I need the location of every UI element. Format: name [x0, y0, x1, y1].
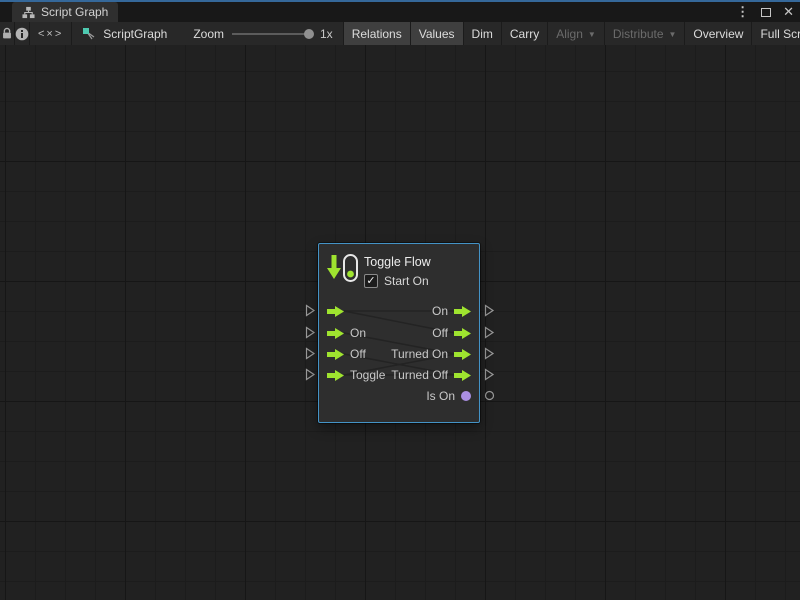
flow-port-icon: [327, 349, 344, 360]
values-button[interactable]: Values: [411, 22, 463, 45]
align-button[interactable]: Align ▼: [548, 22, 604, 45]
external-output-connector[interactable]: [484, 347, 495, 360]
output-port-row[interactable]: Off: [432, 323, 471, 343]
external-output-connector[interactable]: [484, 326, 495, 339]
input-port-row[interactable]: Toggle: [327, 365, 385, 385]
node-header: Toggle Flow ✓ Start On: [326, 252, 431, 288]
graph-hierarchy-icon: [22, 6, 35, 19]
window-menu-icon[interactable]: ⋮: [736, 4, 749, 20]
dropdown-arrow-icon: ▼: [669, 30, 677, 39]
graph-canvas[interactable]: Toggle Flow ✓ Start On On Off: [0, 45, 800, 600]
zoom-control: Zoom 1x: [179, 22, 342, 45]
external-input-connector[interactable]: [305, 326, 316, 339]
input-port-row[interactable]: On: [327, 323, 366, 343]
output-port-row[interactable]: Turned On: [391, 344, 471, 364]
title-bar: Script Graph ⋮ ✕: [0, 0, 800, 22]
carry-button[interactable]: Carry: [502, 22, 547, 45]
lock-button[interactable]: [0, 22, 14, 45]
external-output-connector[interactable]: [484, 304, 495, 317]
output-port-row[interactable]: Is On: [426, 386, 471, 406]
overview-button[interactable]: Overview: [685, 22, 751, 45]
zoom-slider-handle[interactable]: [304, 29, 314, 39]
external-input-connector[interactable]: [305, 304, 316, 317]
node-title: Toggle Flow: [364, 255, 431, 269]
start-on-checkbox[interactable]: ✓: [364, 274, 378, 288]
code-toggle-icon: <×>: [38, 28, 63, 40]
output-port-row[interactable]: Turned Off: [391, 365, 471, 385]
graph-toolbar: <×> ScriptGraph Zoom 1x Relations Values: [0, 22, 800, 45]
zoom-label: Zoom: [193, 27, 224, 41]
distribute-button[interactable]: Distribute ▼: [605, 22, 685, 45]
info-button[interactable]: [15, 22, 29, 45]
output-port-row[interactable]: On: [432, 301, 471, 321]
input-port-row[interactable]: Off: [327, 344, 366, 364]
graph-name: ScriptGraph: [103, 27, 167, 41]
zoom-value: 1x: [320, 27, 333, 41]
value-port-icon: [461, 391, 471, 401]
script-graph-window: Script Graph ⋮ ✕ <×>: [0, 0, 800, 600]
tab-script-graph[interactable]: Script Graph: [12, 2, 118, 22]
tab-title: Script Graph: [41, 5, 108, 19]
info-icon: [15, 27, 29, 41]
flow-port-icon: [454, 328, 471, 339]
flow-port-icon: [327, 370, 344, 381]
external-value-connector[interactable]: [484, 390, 495, 401]
full-screen-button[interactable]: Full Screen: [752, 22, 800, 45]
flow-port-icon: [327, 328, 344, 339]
toggle-flow-icon: [326, 252, 360, 288]
input-port-row[interactable]: [327, 301, 350, 321]
lock-icon: [0, 26, 14, 41]
maximize-icon[interactable]: [761, 8, 771, 17]
external-input-connector[interactable]: [305, 368, 316, 381]
dim-button[interactable]: Dim: [464, 22, 501, 45]
checkmark-icon: ✓: [366, 276, 375, 287]
relations-button[interactable]: Relations: [344, 22, 410, 45]
flow-port-icon: [454, 349, 471, 360]
script-graph-asset-icon: [82, 27, 96, 41]
external-output-connector[interactable]: [484, 368, 495, 381]
breadcrumb[interactable]: ScriptGraph: [72, 22, 179, 45]
close-icon[interactable]: ✕: [783, 4, 794, 20]
node-toggle-flow[interactable]: Toggle Flow ✓ Start On On Off: [318, 243, 480, 423]
dropdown-arrow-icon: ▼: [588, 30, 596, 39]
flow-port-icon: [454, 306, 471, 317]
flow-port-icon: [327, 306, 344, 317]
code-view-toggle[interactable]: <×>: [30, 22, 71, 45]
flow-port-icon: [454, 370, 471, 381]
start-on-label: Start On: [384, 274, 429, 288]
zoom-slider[interactable]: [232, 33, 312, 35]
external-input-connector[interactable]: [305, 347, 316, 360]
